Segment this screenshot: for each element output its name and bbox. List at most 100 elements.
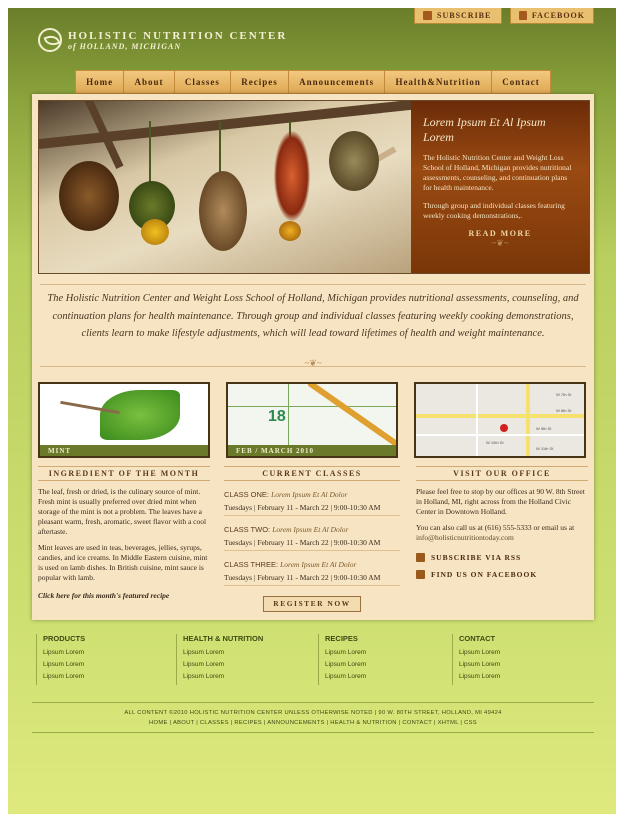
rss-link[interactable]: SUBSCRIBE VIA RSS <box>416 553 588 562</box>
class-title[interactable]: CLASS ONE: Lorem Ipsum Et Al Dolor <box>224 490 400 499</box>
footer-link[interactable]: Lipsum Lorem <box>459 673 589 680</box>
hero-title: Lorem Ipsum Et Al Ipsum Lorem <box>423 115 546 144</box>
calendar-card[interactable]: 18 FEB / MARCH 2010 <box>226 382 398 458</box>
section-heading: CURRENT CLASSES <box>224 466 400 481</box>
footer-heading: RECIPES <box>325 634 358 643</box>
class-time: Tuesdays | February 11 - March 22 | 9:00… <box>224 538 400 551</box>
divider <box>40 284 586 285</box>
footer-link[interactable]: Lipsum Lorem <box>459 661 589 668</box>
hero-paragraph: Through group and individual classes fea… <box>423 201 565 220</box>
map-road <box>416 414 584 418</box>
facebook-link-label: FIND US ON FACEBOOK <box>431 570 538 579</box>
map-road <box>526 384 530 456</box>
email-link[interactable]: info@holisticnutritiontoday.com <box>416 533 514 542</box>
map-street-label: W 8th St <box>556 408 572 413</box>
facebook-icon <box>416 570 425 579</box>
ingredient-paragraph: The leaf, fresh or dried, is the culinar… <box>38 487 207 536</box>
rss-icon <box>416 553 425 562</box>
facebook-button[interactable]: FACEBOOK <box>510 8 594 24</box>
classes-section: CURRENT CLASSES CLASS ONE: Lorem Ipsum E… <box>224 466 400 612</box>
page-frame: SUBSCRIBE FACEBOOK HOLISTIC NUTRITION CE… <box>8 8 616 814</box>
mint-leaves <box>100 390 180 440</box>
nav-home[interactable]: Home <box>76 71 125 93</box>
footer-link[interactable]: Lipsum Lorem <box>183 649 313 656</box>
pencil-icon <box>307 384 396 454</box>
calendar-line <box>228 406 396 407</box>
footer-column-recipes: RECIPES Lipsum Lorem Lipsum Lorem Lipsum… <box>318 634 455 685</box>
ornament-icon: ~❦~ <box>304 358 322 368</box>
intro-paragraph: The Holistic Nutrition Center and Weight… <box>47 293 579 339</box>
yellow-flowers <box>141 219 169 245</box>
nav-contact[interactable]: Contact <box>492 71 550 93</box>
office-section: VISIT OUR OFFICE Please feel free to sto… <box>416 466 588 579</box>
nav-health-nutrition[interactable]: Health&Nutrition <box>385 71 493 93</box>
map-road <box>416 434 584 436</box>
content-panel: Lorem Ipsum Et Al Ipsum Lorem The Holist… <box>32 94 594 620</box>
section-heading: INGREDIENT OF THE MONTH <box>38 466 210 481</box>
footer-column-products: PRODUCTS Lipsum Lorem Lipsum Lorem Lipsu… <box>36 634 173 685</box>
logo-title: HOLISTIC NUTRITION CENTER <box>68 29 288 42</box>
footer-column-health: HEALTH & NUTRITION Lipsum Lorem Lipsum L… <box>176 634 313 685</box>
dried-herb-bunch <box>329 131 379 191</box>
subscribe-button[interactable]: SUBSCRIBE <box>414 8 502 24</box>
footer-link[interactable]: Lipsum Lorem <box>43 673 173 680</box>
facebook-icon <box>519 11 527 20</box>
copyright-text: ALL CONTENT ©2010 HOLISTIC NUTRITION CEN… <box>124 710 502 716</box>
footer-column-contact: CONTACT Lipsum Lorem Lipsum Lorem Lipsum… <box>452 634 589 685</box>
main-nav: Home About Classes Recipes Announcements… <box>75 70 551 94</box>
footer-link[interactable]: Lipsum Lorem <box>325 673 455 680</box>
footer-link[interactable]: Lipsum Lorem <box>183 661 313 668</box>
card-caption: FEB / MARCH 2010 <box>228 445 396 456</box>
footer-divider <box>32 732 594 733</box>
hero-banner: Lorem Ipsum Et Al Ipsum Lorem The Holist… <box>38 100 590 274</box>
map-pin-icon <box>500 424 508 432</box>
class-title[interactable]: CLASS THREE: Lorem Ipsum Et Al Dolor <box>224 560 400 569</box>
footer-nav-links[interactable]: HOME | ABOUT | CLASSES | RECIPES | ANNOU… <box>32 720 594 726</box>
dried-herb-bunch <box>59 161 119 231</box>
footer-divider <box>32 702 594 703</box>
footer-link[interactable]: Lipsum Lorem <box>43 649 173 656</box>
rss-label: SUBSCRIBE VIA RSS <box>431 553 522 562</box>
footer-link[interactable]: Lipsum Lorem <box>325 649 455 656</box>
logo-subtitle: of HOLLAND, MICHIGAN <box>68 41 182 51</box>
nav-recipes[interactable]: Recipes <box>231 71 289 93</box>
leaf-icon <box>38 28 62 52</box>
footer-link[interactable]: Lipsum Lorem <box>459 649 589 656</box>
map-street-label: W 9th St <box>536 426 552 431</box>
office-paragraph: You can also call us at (616) 555-5333 o… <box>416 523 575 542</box>
class-time: Tuesdays | February 11 - March 22 | 9:00… <box>224 503 400 516</box>
footer-heading: PRODUCTS <box>43 634 86 643</box>
dried-herb-bunch <box>199 171 247 251</box>
site-logo[interactable]: HOLISTIC NUTRITION CENTER of HOLLAND, MI… <box>38 28 287 52</box>
facebook-link[interactable]: FIND US ON FACEBOOK <box>416 570 588 579</box>
subscribe-label: SUBSCRIBE <box>437 11 492 20</box>
featured-recipe-link[interactable]: Click here for this month's featured rec… <box>38 591 210 600</box>
calendar-date: 18 <box>268 408 286 425</box>
hero-paragraph: The Holistic Nutrition Center and Weight… <box>423 153 572 192</box>
footer-heading: CONTACT <box>459 634 496 643</box>
footer-link[interactable]: Lipsum Lorem <box>325 661 455 668</box>
map-road <box>476 384 478 456</box>
map-street-label: W 11th St <box>536 446 554 451</box>
nav-classes[interactable]: Classes <box>175 71 232 93</box>
red-berries-bunch <box>274 131 310 221</box>
class-title[interactable]: CLASS TWO: Lorem Ipsum Et Al Dolor <box>224 525 400 534</box>
footer-link[interactable]: Lipsum Lorem <box>183 673 313 680</box>
facebook-label: FACEBOOK <box>531 11 585 20</box>
nav-announcements[interactable]: Announcements <box>289 71 386 93</box>
nav-about[interactable]: About <box>124 71 175 93</box>
map-street-label: W 10th St <box>486 440 504 445</box>
class-time: Tuesdays | February 11 - March 22 | 9:00… <box>224 573 400 586</box>
ingredient-paragraph: Mint leaves are used in teas, beverages,… <box>38 543 208 582</box>
ornament-icon: ~❦~ <box>491 238 509 248</box>
rss-icon <box>423 11 432 20</box>
register-now-button[interactable]: REGISTER NOW <box>263 596 361 612</box>
map-card[interactable]: W 7th St W 8th St W 9th St W 10th St W 1… <box>414 382 586 458</box>
section-heading: VISIT OUR OFFICE <box>416 466 588 481</box>
footer-heading: HEALTH & NUTRITION <box>183 634 264 643</box>
footer-link[interactable]: Lipsum Lorem <box>43 661 173 668</box>
ingredient-section: INGREDIENT OF THE MONTH The leaf, fresh … <box>38 466 210 600</box>
map-street-label: W 7th St <box>556 392 572 397</box>
mint-card[interactable]: MINT <box>38 382 210 458</box>
read-more-link[interactable]: READ MORE <box>423 229 577 238</box>
